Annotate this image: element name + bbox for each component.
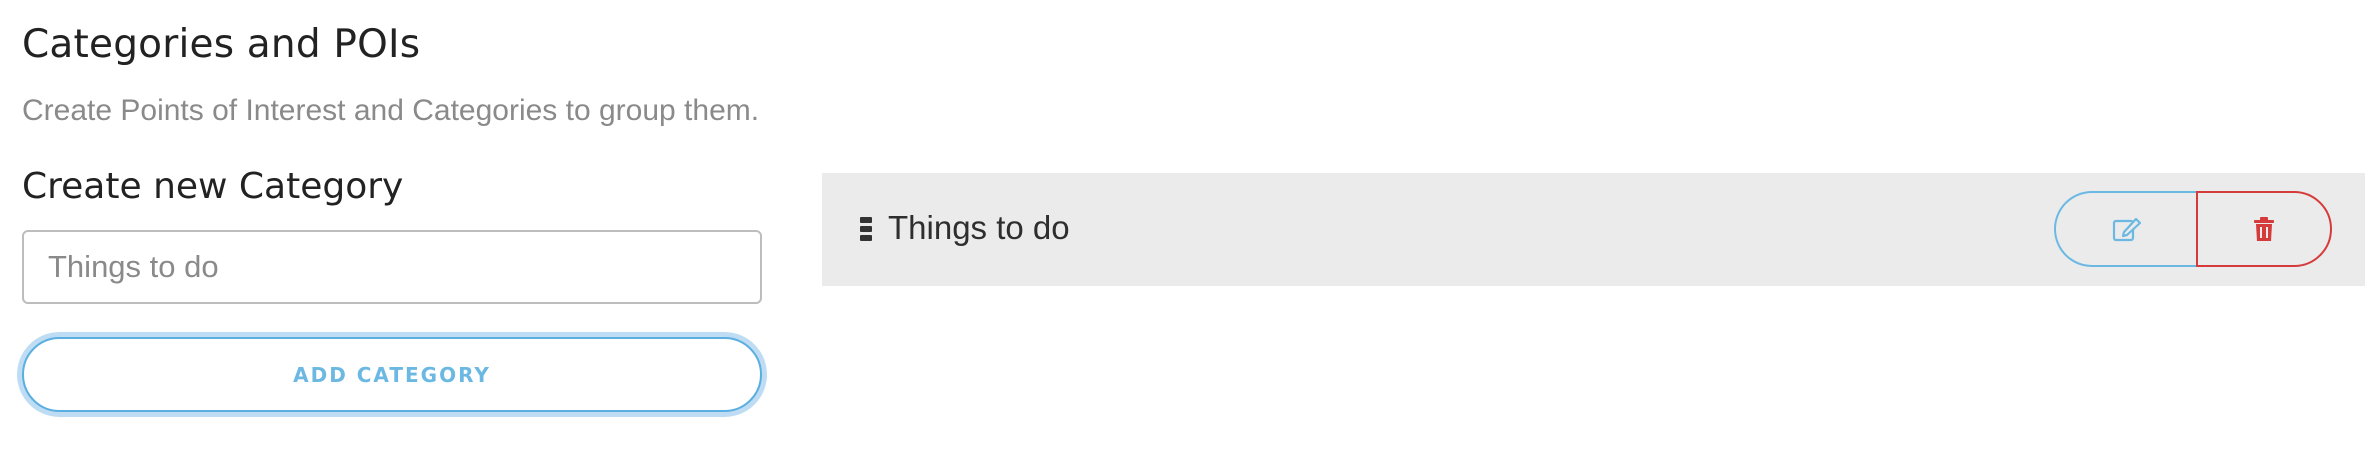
category-name-input[interactable] <box>22 230 762 304</box>
category-row: Things to do <box>822 173 2365 286</box>
trash-icon <box>2253 216 2275 242</box>
delete-category-button[interactable] <box>2196 191 2332 267</box>
create-category-title: Create new Category <box>22 166 404 207</box>
page-subtitle: Create Points of Interest and Categories… <box>22 94 760 127</box>
drag-handle-icon[interactable] <box>860 217 874 241</box>
category-label: Things to do <box>888 209 1070 246</box>
edit-icon <box>2112 216 2142 242</box>
edit-category-button[interactable] <box>2054 191 2198 267</box>
page-title: Categories and POIs <box>22 22 421 67</box>
add-category-button[interactable]: ADD CATEGORY <box>22 337 762 412</box>
